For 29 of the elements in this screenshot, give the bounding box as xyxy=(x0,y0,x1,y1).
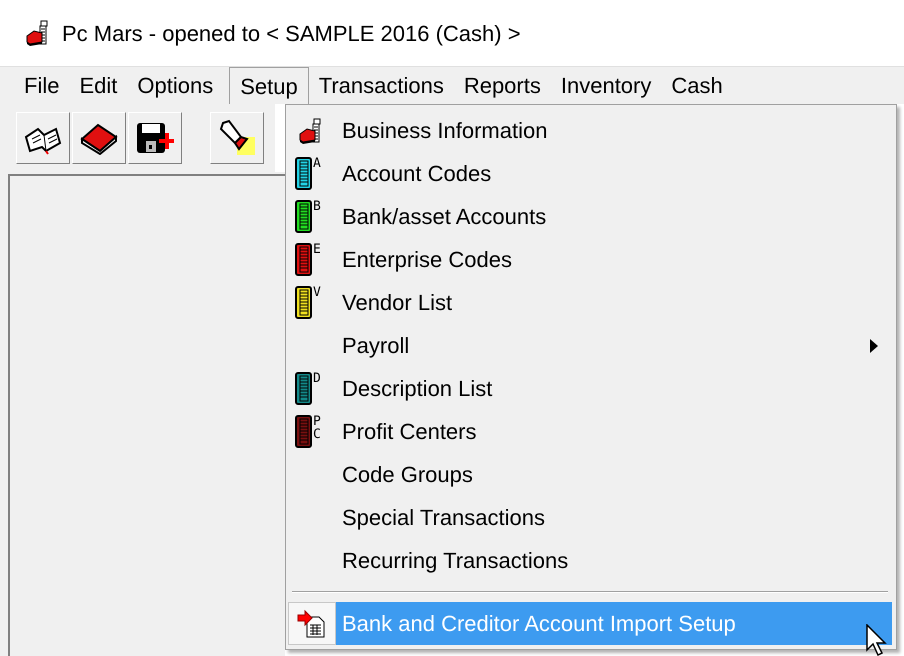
toolbar-button[interactable] xyxy=(72,112,126,164)
menu-item[interactable]: Code Groups xyxy=(336,453,892,496)
menu-item[interactable]: Profit Centers xyxy=(336,410,892,453)
toolbar-button[interactable] xyxy=(128,112,182,164)
menu-item[interactable]: Account Codes xyxy=(336,152,892,195)
menu-item[interactable]: Bank/asset Accounts xyxy=(336,195,892,238)
submenu-arrow-icon xyxy=(870,338,878,352)
flashlight-icon xyxy=(217,119,257,157)
toolbar-button[interactable] xyxy=(16,112,70,164)
menu-item[interactable]: Special Transactions xyxy=(336,496,892,539)
menu-item[interactable]: Payroll xyxy=(336,324,892,367)
menu-item[interactable]: Recurring Transactions xyxy=(336,539,892,582)
floppy-disk-icon xyxy=(135,121,175,155)
menu-item[interactable]: Description List xyxy=(336,367,892,410)
menu-item[interactable]: Business Information xyxy=(336,109,892,152)
menu-bar-item[interactable]: Options xyxy=(127,67,224,104)
import-icon xyxy=(297,608,327,638)
toolbar-button[interactable] xyxy=(210,112,264,164)
menu-bar-item[interactable]: Inventory xyxy=(550,67,662,104)
menu-item[interactable]: Vendor List xyxy=(336,281,892,324)
closed-book-icon xyxy=(80,121,118,155)
menu-bar-item[interactable]: Edit xyxy=(69,67,128,104)
menu-bar-item[interactable]: Cash xyxy=(661,67,733,104)
window-title: Pc Mars - opened to < SAMPLE 2016 (Cash) > xyxy=(62,20,521,48)
menu-bar-item[interactable]: Transactions xyxy=(308,67,454,104)
menu-item[interactable]: Enterprise Codes xyxy=(336,238,892,281)
menu-bar-item[interactable]: Setup xyxy=(229,67,309,104)
menu-bar-item[interactable]: Reports xyxy=(454,67,551,104)
menu-bar-item[interactable]: File xyxy=(14,67,70,104)
